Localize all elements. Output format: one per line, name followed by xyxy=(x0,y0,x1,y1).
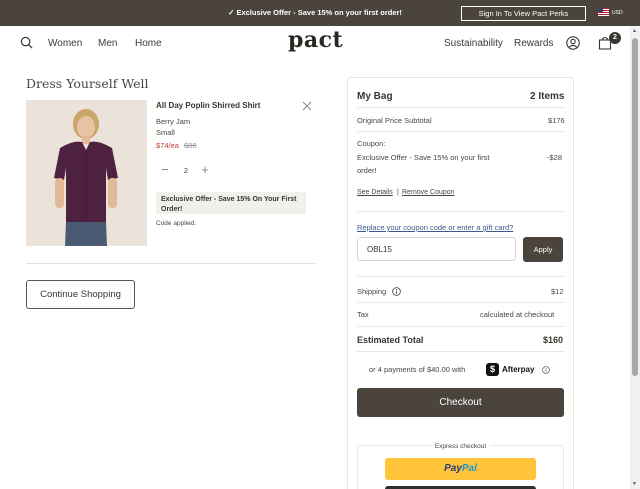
tax-label: Tax xyxy=(357,310,369,319)
scroll-up-arrow[interactable]: ▲ xyxy=(632,28,637,34)
page-title: Dress Yourself Well xyxy=(26,76,149,91)
sign-in-perks-button[interactable]: Sign In To View Pact Perks xyxy=(461,6,586,21)
sale-price: $74/ea xyxy=(156,141,179,150)
divider xyxy=(357,276,564,277)
paypal-pal-text: Pal xyxy=(461,463,477,474)
afterpay-icon: $ xyxy=(486,363,499,376)
promo-message: Exclusive Offer - Save 15% On Your First… xyxy=(156,192,306,214)
product-name[interactable]: All Day Poplin Shirred Shirt xyxy=(156,101,260,110)
quantity-value[interactable]: 2 xyxy=(178,161,194,180)
estimated-total-value: $160 xyxy=(543,335,564,345)
coupon-value: -$28 xyxy=(547,153,563,162)
link-separator: | xyxy=(397,189,399,196)
checkout-button[interactable]: Checkout xyxy=(357,388,564,417)
estimated-total-label: Estimated Total xyxy=(357,335,424,345)
pact-logo[interactable]: pact xyxy=(288,27,343,53)
shipping-label: Shipping xyxy=(357,287,387,296)
coupon-code-input[interactable] xyxy=(357,237,516,261)
nav-women[interactable]: Women xyxy=(48,38,82,49)
nav-men[interactable]: Men xyxy=(98,38,117,49)
remove-coupon-link[interactable]: Remove Coupon xyxy=(402,189,455,196)
see-details-link[interactable]: See Details xyxy=(357,189,393,196)
divider xyxy=(357,302,564,303)
apply-button[interactable]: Apply xyxy=(523,237,563,262)
paypal-button[interactable]: PayPal xyxy=(385,458,536,480)
quantity-stepper: − 2 + xyxy=(156,161,216,180)
express-checkout-label: Express checkout xyxy=(357,443,564,450)
express-checkout-text: Express checkout xyxy=(430,443,491,450)
product-size: Small xyxy=(156,128,175,137)
divider xyxy=(357,351,564,352)
user-icon[interactable] xyxy=(566,36,580,50)
product-color: Berry Jam xyxy=(156,117,191,126)
item-count: 2 Items xyxy=(530,91,565,102)
replace-coupon-link[interactable]: Replace your coupon code or enter a gift… xyxy=(357,223,513,232)
tax-value: calculated at checkout xyxy=(480,310,555,319)
divider xyxy=(357,131,564,132)
promo-bar: ✓ Exclusive Offer - Save 15% on your fir… xyxy=(0,0,640,26)
divider xyxy=(357,211,564,212)
summary-title: My Bag xyxy=(357,91,393,102)
subtotal-value: $176 xyxy=(548,116,565,125)
divider xyxy=(357,326,564,327)
divider xyxy=(26,263,316,264)
original-price: $88 xyxy=(184,141,197,150)
code-applied-status: Code applied. xyxy=(156,220,197,227)
close-icon[interactable] xyxy=(302,101,312,111)
afterpay-label: Afterpay xyxy=(502,365,535,374)
search-icon[interactable] xyxy=(20,36,33,49)
coupon-description: Exclusive Offer - Save 15% on your first xyxy=(357,153,490,162)
nav-sustainability[interactable]: Sustainability xyxy=(444,38,503,49)
scroll-down-arrow[interactable]: ▼ xyxy=(632,481,637,487)
subtotal-label: Original Price Subtotal xyxy=(357,116,432,125)
divider xyxy=(357,107,564,108)
product-image[interactable] xyxy=(26,100,147,246)
continue-shopping-button[interactable]: Continue Shopping xyxy=(26,280,135,309)
scrollbar-thumb[interactable] xyxy=(632,38,638,376)
info-icon[interactable] xyxy=(392,287,401,296)
quantity-decrease-button[interactable]: − xyxy=(156,161,174,180)
nav-rewards[interactable]: Rewards xyxy=(514,38,553,49)
currency-label[interactable]: USD xyxy=(612,10,623,16)
paypal-pay-text: Pay xyxy=(444,463,462,474)
nav-home[interactable]: Home xyxy=(135,38,162,49)
shipping-value: $12 xyxy=(551,287,564,296)
info-icon[interactable] xyxy=(542,366,550,374)
coupon-description-cont: order! xyxy=(357,166,377,175)
quantity-increase-button[interactable]: + xyxy=(196,161,214,180)
cart-count-badge: 2 xyxy=(609,32,621,44)
coupon-label: Coupon: xyxy=(357,139,386,148)
us-flag-icon[interactable] xyxy=(598,8,609,16)
installments-text: or 4 payments of $40.00 with xyxy=(369,365,466,374)
